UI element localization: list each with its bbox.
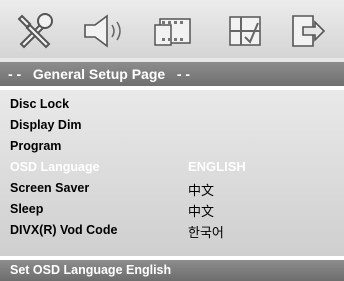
menu-item-display-dim[interactable]: Display Dim bbox=[0, 115, 344, 136]
menu-item-label: Screen Saver bbox=[10, 181, 90, 195]
menu-item-label: Program bbox=[10, 139, 62, 153]
menu-item-value[interactable]: ENGLISH bbox=[188, 159, 246, 174]
menu-item-program[interactable]: Program bbox=[0, 136, 344, 157]
menu-item-value[interactable]: 한국어 bbox=[188, 222, 224, 241]
status-bar: Set OSD Language English bbox=[0, 260, 344, 281]
menu-item-sleep[interactable]: Sleep 中文 bbox=[0, 199, 344, 220]
menu-item-label: OSD Language bbox=[10, 160, 100, 174]
menu-item-label: Display Dim bbox=[10, 118, 82, 132]
page-title: - - General Setup Page - - bbox=[0, 62, 344, 86]
menu-item-osd-language[interactable]: OSD Language ENGLISH bbox=[0, 157, 344, 178]
audio-setup-icon[interactable] bbox=[78, 6, 132, 56]
settings-menu: Disc Lock Display Dim Program OSD Langua… bbox=[0, 90, 344, 256]
menu-item-label: Disc Lock bbox=[10, 97, 70, 111]
menu-item-value[interactable]: 中文 bbox=[188, 180, 214, 199]
menu-item-screen-saver[interactable]: Screen Saver 中文 bbox=[0, 178, 344, 199]
menu-item-disc-lock[interactable]: Disc Lock bbox=[0, 94, 344, 115]
menu-item-divx-vod-code[interactable]: DIVX(R) Vod Code 한국어 bbox=[0, 220, 344, 241]
general-setup-icon[interactable] bbox=[14, 6, 58, 56]
exit-icon[interactable] bbox=[284, 6, 330, 56]
menu-item-value[interactable]: 中文 bbox=[188, 201, 214, 220]
menu-item-label: DIVX(R) Vod Code bbox=[10, 223, 118, 237]
video-setup-icon[interactable] bbox=[148, 6, 202, 56]
setup-toolbar bbox=[0, 0, 344, 62]
menu-item-label: Sleep bbox=[10, 202, 44, 216]
preference-icon[interactable] bbox=[222, 6, 268, 56]
